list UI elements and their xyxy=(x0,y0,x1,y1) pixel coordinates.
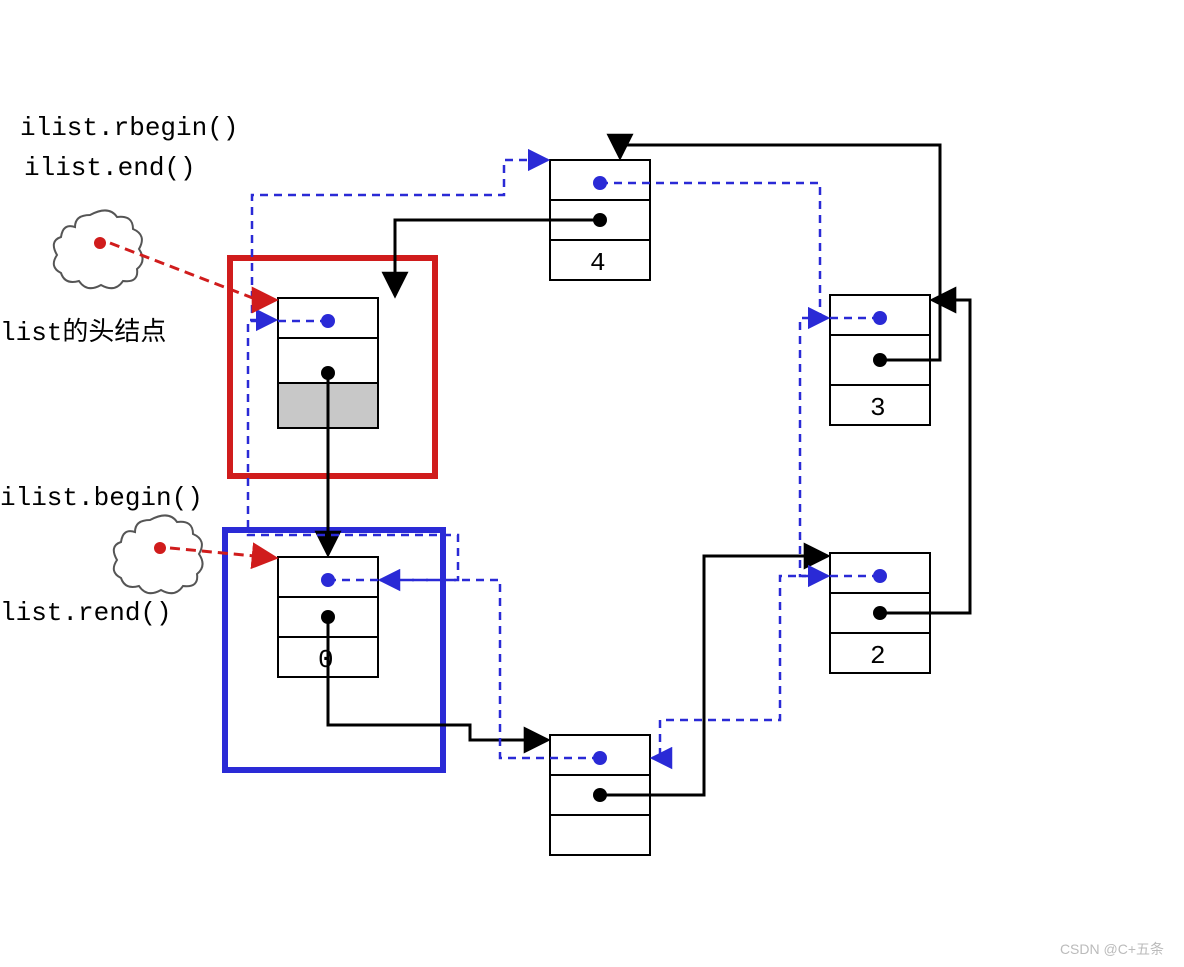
diagram-canvas: ilist.rbegin() ilist.end() list的头结点 ilis… xyxy=(0,0,1184,967)
node-2-value: 2 xyxy=(870,641,886,671)
node-0-value: 0 xyxy=(318,645,334,675)
node-3-value: 3 xyxy=(870,393,886,423)
watermark: CSDN @C+五条 xyxy=(1060,939,1164,959)
node-4-value: 4 xyxy=(590,248,606,278)
label-head-caption: list的头结点 xyxy=(0,317,166,348)
label-begin: ilist.begin() xyxy=(0,483,203,513)
label-end: ilist.end() xyxy=(24,153,196,183)
label-rend: list.rend() xyxy=(0,598,172,628)
label-rbegin: ilist.rbegin() xyxy=(20,113,238,143)
cloud-begin-iterator xyxy=(114,515,203,593)
